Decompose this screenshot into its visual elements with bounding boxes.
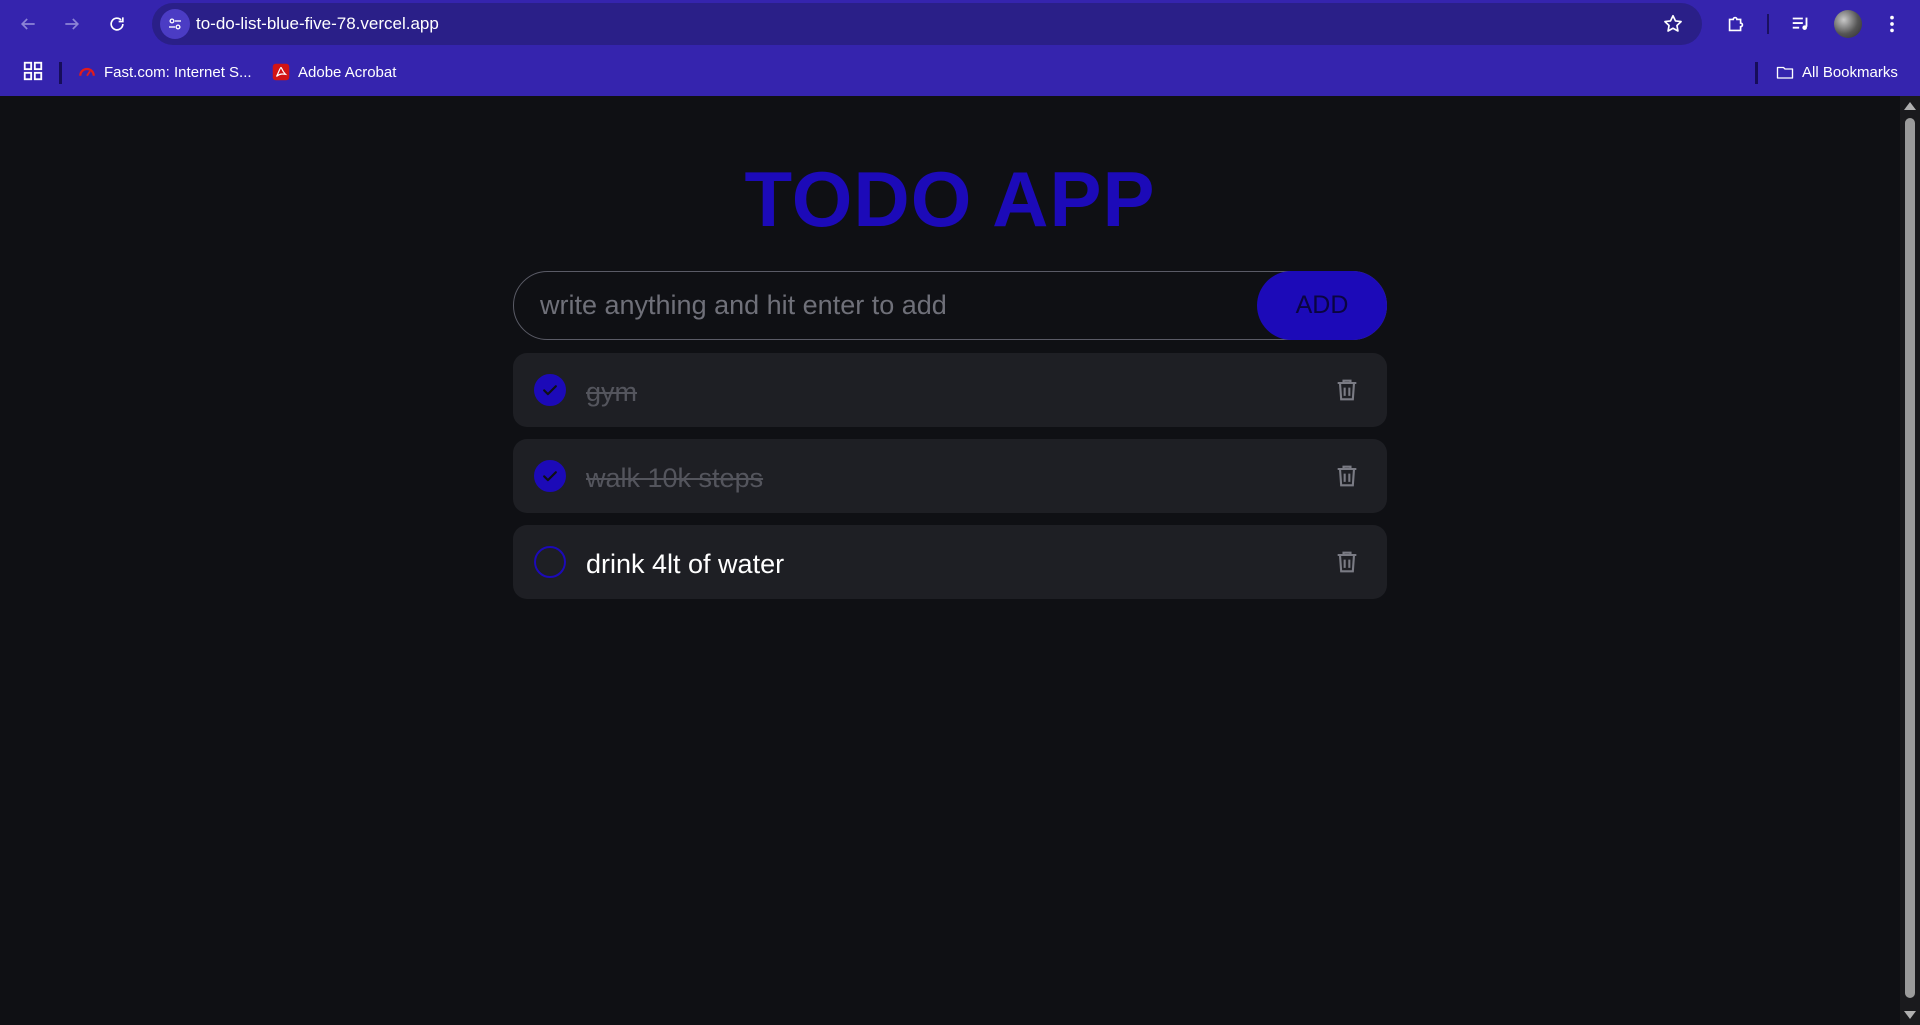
reload-button[interactable]	[101, 8, 133, 40]
browser-toolbar: to-do-list-blue-five-78.vercel.app	[0, 0, 1920, 48]
page-scrollbar[interactable]	[1900, 96, 1920, 1025]
acrobat-icon	[272, 63, 290, 81]
arrow-right-icon	[65, 18, 80, 30]
trash-icon[interactable]	[1333, 462, 1361, 490]
forward-button[interactable]	[56, 8, 88, 40]
url-text: to-do-list-blue-five-78.vercel.app	[196, 14, 439, 33]
check-icon	[543, 385, 557, 396]
reload-icon	[110, 17, 124, 31]
todo-checkbox[interactable]	[534, 374, 566, 406]
toolbar-divider	[1767, 14, 1769, 34]
add-todo-form: ADD	[513, 271, 1387, 340]
all-bookmarks-label: All Bookmarks	[1802, 63, 1898, 81]
site-info-button[interactable]	[160, 9, 190, 39]
bookmark-star-icon[interactable]	[1662, 13, 1684, 35]
toolbar-divider	[1822, 14, 1824, 34]
todo-text: walk 10k steps	[586, 463, 764, 493]
folder-icon	[1776, 66, 1794, 79]
arrow-left-icon	[20, 18, 35, 30]
speedometer-icon	[79, 67, 95, 77]
todo-item: walk 10k steps	[513, 439, 1387, 513]
tune-icon	[169, 18, 181, 30]
playlist-icon	[1792, 17, 1808, 30]
bookmarks-bar: Fast.com: Internet S... Adobe Acrobat Al…	[0, 48, 1920, 96]
scroll-down-arrow-icon[interactable]	[1904, 1011, 1916, 1019]
trash-icon[interactable]	[1333, 548, 1361, 576]
todo-text: drink 4lt of water	[586, 549, 785, 579]
app-title: TODO APP	[744, 155, 1156, 243]
puzzle-icon	[1728, 16, 1744, 32]
browser-menu-button[interactable]	[1878, 10, 1906, 38]
address-bar[interactable]: to-do-list-blue-five-78.vercel.app	[152, 3, 1702, 45]
bookmarks-divider	[1755, 62, 1758, 84]
todo-text: gym	[586, 377, 638, 407]
todo-checkbox[interactable]	[534, 460, 566, 492]
bookmark-label: Fast.com: Internet S...	[104, 63, 252, 81]
todo-input[interactable]	[513, 271, 1387, 340]
profile-avatar[interactable]	[1834, 10, 1862, 38]
media-controls-button[interactable]	[1787, 10, 1815, 38]
todo-checkbox[interactable]	[534, 546, 566, 578]
trash-icon[interactable]	[1333, 376, 1361, 404]
add-button[interactable]: ADD	[1257, 271, 1387, 340]
all-bookmarks-button[interactable]: All Bookmarks	[1776, 58, 1898, 86]
more-vertical-icon	[1890, 15, 1894, 33]
scroll-up-arrow-icon[interactable]	[1904, 102, 1916, 110]
extensions-button[interactable]	[1722, 10, 1750, 38]
scrollbar-thumb[interactable]	[1905, 118, 1915, 998]
back-button[interactable]	[12, 8, 44, 40]
todo-list: gym walk 10k steps drink 4lt of water	[513, 353, 1387, 611]
browser-chrome: to-do-list-blue-five-78.vercel.app Fast.…	[0, 0, 1920, 96]
todo-item: drink 4lt of water	[513, 525, 1387, 599]
check-icon	[543, 471, 557, 482]
todo-item: gym	[513, 353, 1387, 427]
bookmark-fast-com[interactable]: Fast.com: Internet S...	[78, 58, 252, 86]
bookmark-label: Adobe Acrobat	[298, 63, 397, 81]
bookmark-adobe-acrobat[interactable]: Adobe Acrobat	[272, 58, 396, 86]
bookmarks-divider	[59, 62, 62, 84]
apps-grid-icon[interactable]	[22, 60, 44, 82]
